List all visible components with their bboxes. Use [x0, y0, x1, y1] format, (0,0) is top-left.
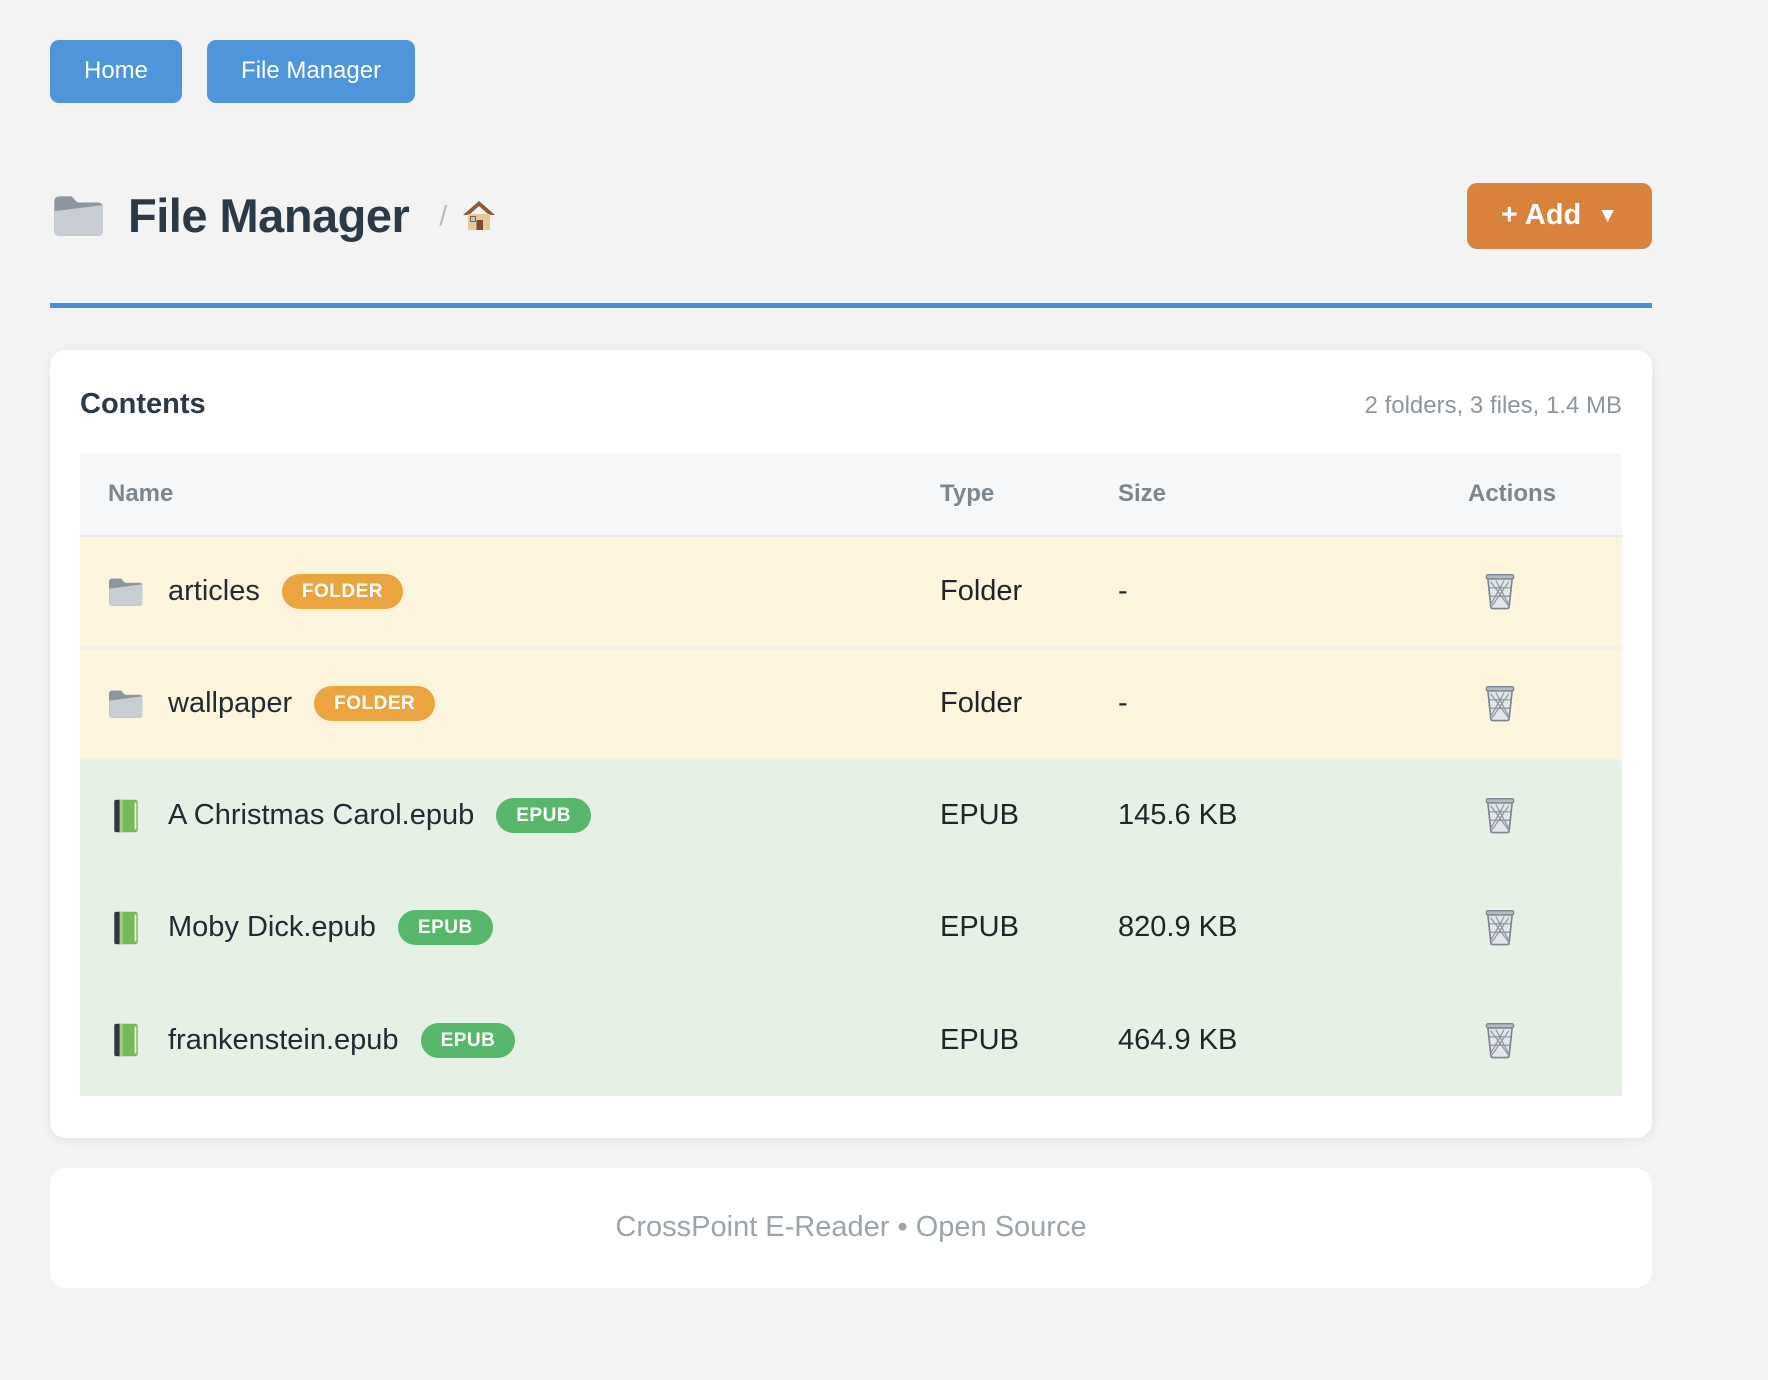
row-size: -: [1118, 536, 1468, 648]
top-nav: Home File Manager: [50, 40, 1652, 103]
row-badge: EPUB: [421, 1023, 516, 1058]
row-name[interactable]: frankenstein.epub: [168, 1024, 399, 1057]
row-size: -: [1118, 648, 1468, 760]
table-row: frankenstein.epub EPUB EPUB 464.9 KB: [80, 984, 1622, 1096]
contents-heading: Contents: [80, 388, 206, 421]
footer: CrossPoint E-Reader • Open Source: [50, 1168, 1652, 1288]
title-divider: [50, 303, 1652, 308]
file-table: Name Type Size Actions articles FOLDER F…: [80, 453, 1622, 1096]
delete-button[interactable]: [1478, 567, 1522, 615]
folder-icon: [50, 191, 108, 241]
green-book-icon: [106, 798, 168, 834]
delete-button[interactable]: [1478, 903, 1522, 951]
add-button[interactable]: + Add ▼: [1467, 183, 1652, 249]
row-badge: EPUB: [398, 910, 493, 945]
trash-icon: [1482, 1020, 1518, 1060]
green-book-icon: [106, 910, 168, 946]
column-header-size: Size: [1118, 453, 1468, 536]
row-name[interactable]: wallpaper: [168, 687, 292, 720]
table-body: articles FOLDER Folder - wallpaper FOLDE…: [80, 536, 1622, 1096]
breadcrumb-separator: /: [439, 200, 447, 232]
page-title: File Manager: [128, 188, 409, 243]
contents-card: Contents 2 folders, 3 files, 1.4 MB Name…: [50, 350, 1652, 1138]
row-type: EPUB: [940, 984, 1118, 1096]
page-header: File Manager / + Add ▼: [50, 183, 1652, 249]
row-size: 145.6 KB: [1118, 760, 1468, 872]
green-book-icon: [106, 1022, 168, 1058]
delete-button[interactable]: [1478, 679, 1522, 727]
row-badge: FOLDER: [314, 686, 435, 721]
home-icon[interactable]: [461, 199, 497, 233]
folder-icon: [106, 686, 168, 722]
contents-summary: 2 folders, 3 files, 1.4 MB: [1365, 392, 1622, 420]
row-badge: FOLDER: [282, 574, 403, 609]
row-name[interactable]: Moby Dick.epub: [168, 911, 376, 944]
file-manager-nav-button[interactable]: File Manager: [207, 40, 415, 103]
row-name[interactable]: articles: [168, 575, 260, 608]
row-type: Folder: [940, 536, 1118, 648]
row-name[interactable]: A Christmas Carol.epub: [168, 799, 474, 832]
column-header-actions: Actions: [1468, 453, 1622, 536]
trash-icon: [1482, 571, 1518, 611]
table-row: articles FOLDER Folder -: [80, 536, 1622, 648]
table-row: wallpaper FOLDER Folder -: [80, 648, 1622, 760]
home-nav-button[interactable]: Home: [50, 40, 182, 103]
table-row: A Christmas Carol.epub EPUB EPUB 145.6 K…: [80, 760, 1622, 872]
row-type: Folder: [940, 648, 1118, 760]
table-header-row: Name Type Size Actions: [80, 453, 1622, 536]
row-size: 464.9 KB: [1118, 984, 1468, 1096]
page-container: Home File Manager File Manager / + Add ▼…: [50, 0, 1652, 1288]
delete-button[interactable]: [1478, 791, 1522, 839]
table-row: Moby Dick.epub EPUB EPUB 820.9 KB: [80, 872, 1622, 984]
row-badge: EPUB: [496, 798, 591, 833]
footer-text: CrossPoint E-Reader • Open Source: [615, 1211, 1086, 1244]
folder-icon: [106, 574, 168, 610]
row-type: EPUB: [940, 872, 1118, 984]
row-type: EPUB: [940, 760, 1118, 872]
row-size: 820.9 KB: [1118, 872, 1468, 984]
trash-icon: [1482, 907, 1518, 947]
delete-button[interactable]: [1478, 1016, 1522, 1064]
column-header-name: Name: [80, 453, 940, 536]
column-header-type: Type: [940, 453, 1118, 536]
chevron-down-icon: ▼: [1597, 204, 1618, 227]
add-button-label: + Add: [1501, 200, 1581, 232]
trash-icon: [1482, 683, 1518, 723]
contents-card-header: Contents 2 folders, 3 files, 1.4 MB: [80, 388, 1622, 421]
title-group: File Manager /: [50, 188, 497, 243]
trash-icon: [1482, 795, 1518, 835]
